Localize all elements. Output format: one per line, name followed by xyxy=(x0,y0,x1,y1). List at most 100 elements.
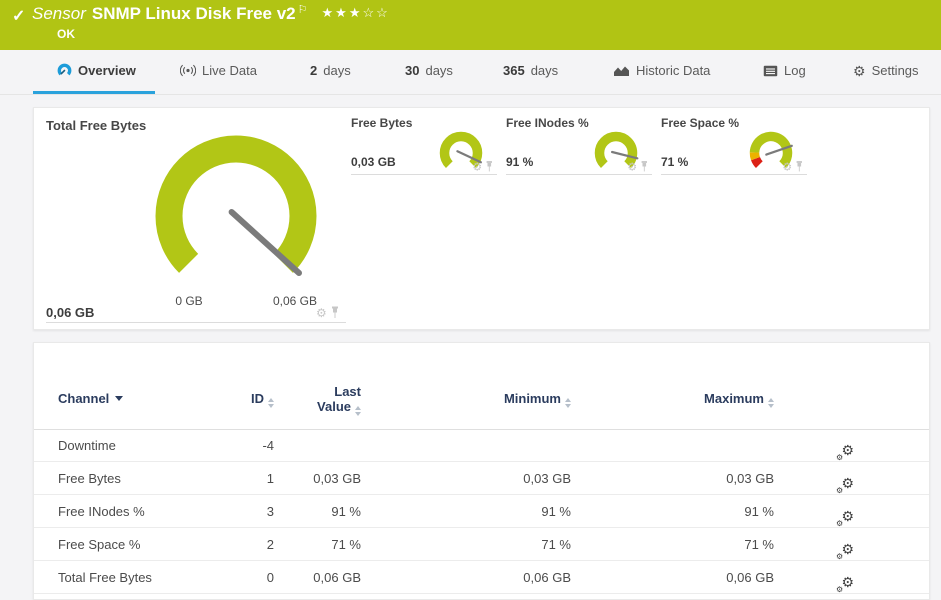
column-header-maximum[interactable]: Maximum xyxy=(574,391,774,408)
pin-icon[interactable] xyxy=(640,161,649,173)
primary-gauge-title: Total Free Bytes xyxy=(46,118,147,133)
tab-2-days-label: days xyxy=(323,63,351,78)
cell-last-value: 71 % xyxy=(331,537,361,552)
primary-gauge-actions: ⚙ xyxy=(316,306,340,319)
gauge-settings-icon[interactable]: ⚙ xyxy=(782,161,792,172)
cell-channel: Free INodes % xyxy=(58,504,145,519)
tab-30-days[interactable]: 30 days xyxy=(405,50,453,91)
gauge-settings-icon[interactable]: ⚙ xyxy=(316,307,327,319)
small-gauge-title: Free Space % xyxy=(661,116,740,130)
gauge-settings-icon[interactable]: ⚙ xyxy=(627,161,637,172)
column-header-id-label: ID xyxy=(251,391,264,406)
small-gauge-free-inodes: Free INodes % 91 % ⚙ xyxy=(506,108,652,188)
gauge-block-divider xyxy=(506,174,652,175)
column-header-minimum[interactable]: Minimum xyxy=(374,391,571,408)
priority-stars[interactable]: ★★★☆☆ xyxy=(322,5,390,20)
table-row-free-space[interactable]: Free Space % 2 71 % 71 % 71 % ⚙ ⚙ xyxy=(34,528,929,561)
gauge-block-divider xyxy=(661,174,807,175)
cell-id: 0 xyxy=(266,570,274,585)
channel-settings-icon[interactable]: ⚙ ⚙ xyxy=(836,508,854,528)
object-kind-label: Sensor xyxy=(32,4,86,23)
channel-settings-icon[interactable]: ⚙ ⚙ xyxy=(836,475,854,495)
area-chart-icon xyxy=(613,64,630,77)
cell-maximum: 71 % xyxy=(744,537,774,552)
small-gauge-value: 71 % xyxy=(661,155,689,169)
tab-30-days-number: 30 xyxy=(405,63,420,78)
column-header-channel[interactable]: Channel xyxy=(58,391,124,406)
channel-settings-icon[interactable]: ⚙ ⚙ xyxy=(836,442,854,462)
cell-minimum: 71 % xyxy=(541,537,571,552)
small-gauge-free-space: Free Space % 71 % ⚙ xyxy=(661,108,807,188)
column-header-last-value[interactable]: Last Value xyxy=(264,384,361,416)
cell-id: -4 xyxy=(262,438,274,453)
tab-log-label: Log xyxy=(784,63,806,78)
cell-channel: Free Space % xyxy=(58,537,141,552)
gear-icon: ⚙ xyxy=(853,62,866,79)
sensor-title: SNMP Linux Disk Free v2 xyxy=(91,4,296,23)
table-row-total-free-bytes[interactable]: Total Free Bytes 0 0,06 GB 0,06 GB 0,06 … xyxy=(34,561,929,594)
tab-live-data[interactable]: Live Data xyxy=(180,50,257,91)
cell-last-value: 91 % xyxy=(331,504,361,519)
pin-icon[interactable] xyxy=(330,306,340,319)
column-header-last-label: Last xyxy=(334,384,361,399)
gauge-icon xyxy=(57,63,72,78)
primary-gauge-min-label: 0 GB xyxy=(175,294,203,308)
tab-live-data-label: Live Data xyxy=(202,63,257,78)
tab-historic-data[interactable]: Historic Data xyxy=(613,50,710,91)
column-header-id[interactable]: ID xyxy=(184,391,274,408)
cell-last-value: 0,03 GB xyxy=(313,471,361,486)
table-row-free-inodes[interactable]: Free INodes % 3 91 % 91 % 91 % ⚙ ⚙ xyxy=(34,495,929,528)
gauges-panel: Total Free Bytes 0 GB 0,06 GB 0,06 GB ⚙ … xyxy=(33,107,930,330)
sort-arrows-icon xyxy=(355,406,361,416)
small-gauge-title: Free INodes % xyxy=(506,116,589,130)
sort-arrows-icon xyxy=(768,398,774,408)
tab-overview-label: Overview xyxy=(78,63,136,78)
small-gauge-title: Free Bytes xyxy=(351,116,413,130)
channel-settings-icon[interactable]: ⚙ ⚙ xyxy=(836,541,854,561)
tab-365-days[interactable]: 365 days xyxy=(503,50,558,91)
primary-gauge-value: 0,06 GB xyxy=(46,305,95,320)
cell-channel: Total Free Bytes xyxy=(58,570,152,585)
cell-minimum: 91 % xyxy=(541,504,571,519)
table-row-free-bytes[interactable]: Free Bytes 1 0,03 GB 0,03 GB 0,03 GB ⚙ ⚙ xyxy=(34,462,929,495)
small-gauge-value: 91 % xyxy=(506,155,534,169)
pin-icon[interactable] xyxy=(795,161,804,173)
table-row-downtime[interactable]: Downtime -4 ⚙ ⚙ xyxy=(34,429,929,462)
small-gauge-actions: ⚙ xyxy=(627,161,648,173)
column-header-maximum-label: Maximum xyxy=(704,391,764,406)
cell-minimum: 0,03 GB xyxy=(523,471,571,486)
small-gauge-actions: ⚙ xyxy=(782,161,803,173)
tab-settings[interactable]: ⚙ Settings xyxy=(853,50,919,91)
column-header-value-label: Value xyxy=(317,399,351,414)
tab-settings-label: Settings xyxy=(871,63,919,78)
ok-check-icon: ✓ xyxy=(12,8,26,25)
flag-icon[interactable]: ⚐ xyxy=(298,4,308,16)
tab-2-days[interactable]: 2 days xyxy=(310,50,351,91)
channels-table-panel: Channel ID Last Value Minimum Maximum Do… xyxy=(33,342,930,600)
gauge-block-divider xyxy=(351,174,497,175)
tab-365-days-label: days xyxy=(530,63,559,78)
gauge-settings-icon[interactable]: ⚙ xyxy=(472,161,482,172)
column-header-minimum-label: Minimum xyxy=(503,391,561,406)
tab-log[interactable]: Log xyxy=(763,50,806,91)
tab-365-days-number: 365 xyxy=(503,63,525,78)
gauge-block-divider xyxy=(46,322,346,323)
cell-id: 1 xyxy=(266,471,274,486)
pin-icon[interactable] xyxy=(485,161,494,173)
cell-last-value: 0,06 GB xyxy=(313,570,361,585)
sort-arrows-icon xyxy=(565,398,571,408)
cell-maximum: 0,03 GB xyxy=(726,471,774,486)
tab-overview[interactable]: Overview xyxy=(57,50,136,91)
small-gauge-free-bytes: Free Bytes 0,03 GB ⚙ xyxy=(351,108,497,188)
cell-id: 2 xyxy=(266,537,274,552)
channel-settings-icon[interactable]: ⚙ ⚙ xyxy=(836,574,854,594)
sensor-status-bar: ✓ Sensor SNMP Linux Disk Free v2 ⚐ ★★★☆☆ OK xyxy=(0,0,941,50)
cell-maximum: 91 % xyxy=(744,504,774,519)
cell-minimum: 0,06 GB xyxy=(523,570,571,585)
small-gauge-actions: ⚙ xyxy=(472,161,493,173)
log-list-icon xyxy=(763,65,778,77)
tab-2-days-number: 2 xyxy=(310,63,318,78)
small-gauge-value: 0,03 GB xyxy=(351,155,396,169)
sort-caret-icon xyxy=(115,396,124,401)
tab-bar-divider xyxy=(0,94,941,95)
